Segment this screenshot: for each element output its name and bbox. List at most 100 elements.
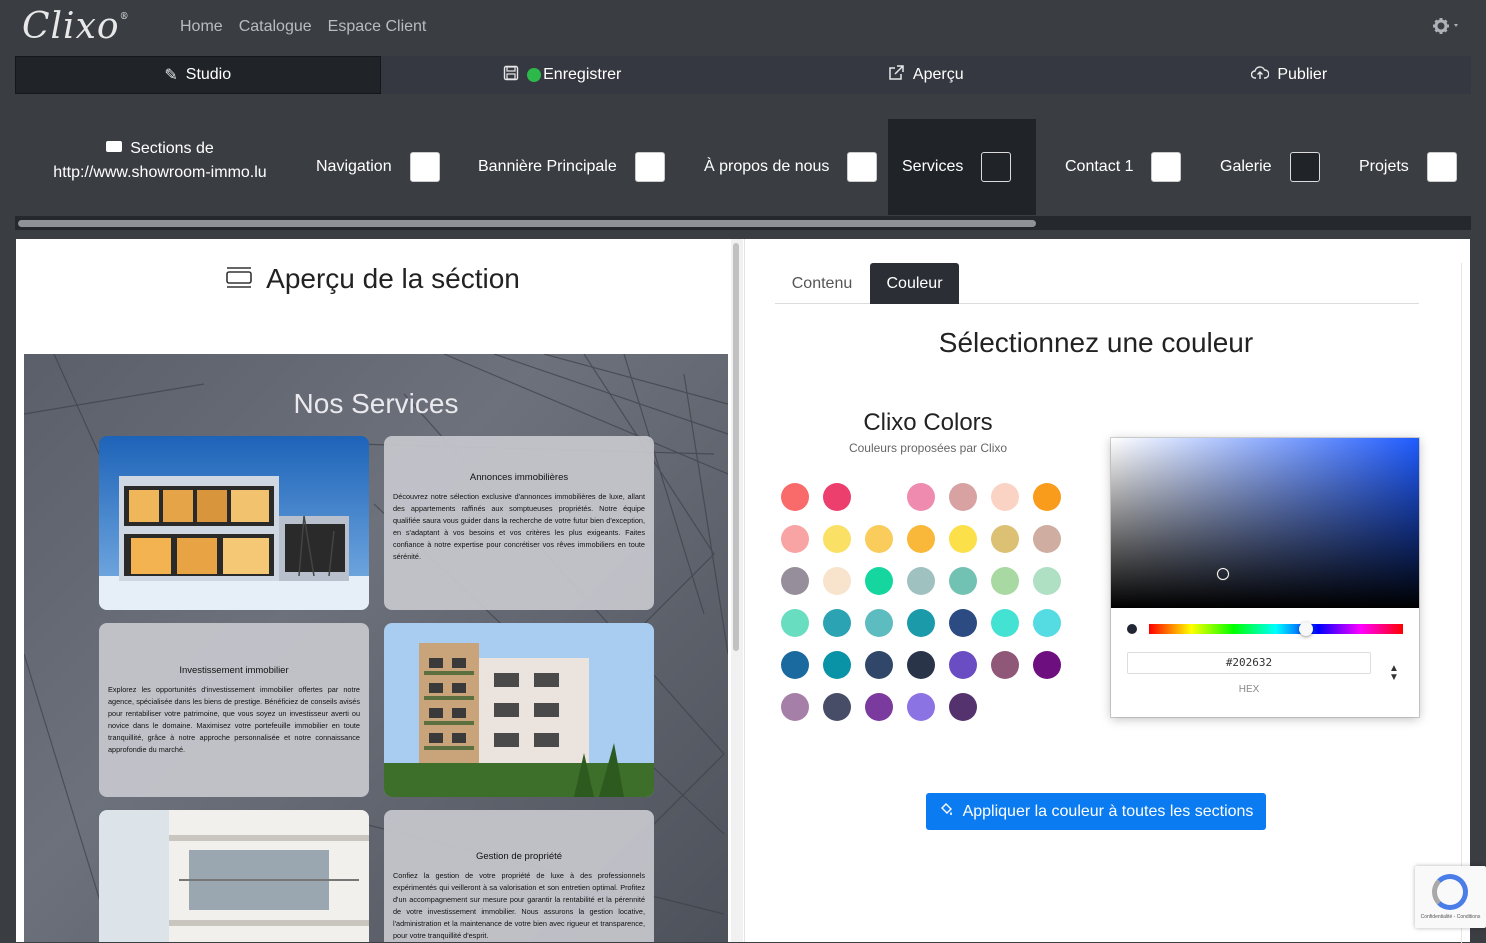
color-swatch[interactable] [907,609,935,637]
recaptcha-icon [1432,874,1468,910]
section-item-galerie[interactable]: Galerie [1206,119,1334,215]
settings-gear-icon[interactable] [1432,16,1464,38]
color-swatch[interactable] [907,525,935,553]
top-navbar: Clixo® Home Catalogue Espace Client [0,0,1486,56]
hex-input[interactable]: #202632 [1127,652,1371,674]
color-swatch[interactable] [781,483,809,511]
publish-button[interactable]: Publier [1108,56,1472,94]
nav-home[interactable]: Home [180,18,223,36]
save-button[interactable]: Enregistrer [381,56,745,94]
apply-color-all-sections-button[interactable]: Appliquer la couleur à toutes les sectio… [926,793,1266,830]
section-checkbox[interactable] [1289,152,1320,182]
section-item-navigation[interactable]: Navigation [302,119,454,215]
services-section-preview: Nos Services Annonces immobilières Décou… [24,354,728,942]
color-swatch[interactable] [1033,651,1061,679]
color-swatch[interactable] [949,651,977,679]
hue-slider[interactable] [1149,624,1403,634]
color-swatch[interactable] [991,609,1019,637]
nav-catalogue[interactable]: Catalogue [239,18,312,36]
nav-espace-client[interactable]: Espace Client [328,18,427,36]
studio-button[interactable]: ✎ Studio [15,56,381,94]
color-swatch[interactable] [907,651,935,679]
color-swatch[interactable] [1033,609,1061,637]
sections-title: Sections de http://www.showroom-immo.lu [53,140,267,181]
service-card-annonces: Annonces immobilières Découvrez notre sé… [384,436,654,610]
color-swatch[interactable] [781,567,809,595]
color-swatch[interactable] [991,567,1019,595]
color-swatch[interactable] [907,693,935,721]
color-swatch[interactable] [865,609,893,637]
color-swatch[interactable] [865,567,893,595]
section-item-a-propos[interactable]: À propos de nous [690,119,891,215]
format-toggle-icon[interactable]: ▲ ▼ [1387,664,1401,686]
section-checkbox[interactable] [1426,152,1457,182]
hue-slider-handle[interactable] [1299,622,1313,636]
card-title: Investissement immobilier [179,665,289,676]
color-swatch[interactable] [781,525,809,553]
color-swatch[interactable] [823,651,851,679]
color-swatch[interactable] [949,609,977,637]
color-swatch[interactable] [865,651,893,679]
sections-scrollbar[interactable] [15,216,1471,230]
preview-scrollbar[interactable] [731,239,743,942]
saved-status-dot [527,68,542,82]
editor-main: Aperçu de la séction Nos Services Annonc… [16,239,1470,943]
panel-tabs: Contenu Couleur [775,263,1419,304]
tab-couleur[interactable]: Couleur [870,263,959,304]
color-settings-pane: Contenu Couleur Sélectionnez une couleur… [744,239,1470,943]
section-checkbox[interactable] [409,152,440,182]
section-checkbox[interactable] [847,152,878,182]
preview-button[interactable]: Aperçu [744,56,1108,94]
color-swatch[interactable] [1033,567,1061,595]
brush-icon: ✎ [164,67,178,84]
color-swatch[interactable] [823,567,851,595]
color-swatch[interactable] [949,483,977,511]
panel-divider [1461,263,1462,943]
color-swatch[interactable] [823,693,851,721]
color-swatch[interactable] [1033,483,1061,511]
section-item-contact-1[interactable]: Contact 1 [1051,119,1195,215]
color-swatch[interactable] [1033,525,1061,553]
section-checkbox[interactable] [1151,152,1182,182]
section-checkbox[interactable] [634,152,665,182]
section-item-projets[interactable]: Projets [1345,119,1471,215]
scrollbar-thumb[interactable] [733,243,739,651]
section-item-banniere-principale[interactable]: Bannière Principale [464,119,679,215]
recaptcha-text: Confidentialité - Conditions [1420,914,1481,920]
color-swatch[interactable] [823,525,851,553]
clixo-colors-header: Clixo Colors Couleurs proposées par Clix… [848,409,1008,455]
card-text: Découvrez notre sélection exclusive d'an… [393,492,645,561]
color-swatch[interactable] [781,651,809,679]
color-swatch[interactable] [865,693,893,721]
section-item-services[interactable]: Services [888,119,1036,215]
color-swatch[interactable] [991,651,1019,679]
color-swatch[interactable] [949,525,977,553]
color-swatch[interactable] [823,483,851,511]
color-swatch[interactable] [991,483,1019,511]
color-swatch[interactable] [991,525,1019,553]
briefcase-icon [106,141,123,152]
studio-toolbar: ✎ Studio Enregistrer Aperçu Publier [15,56,1471,94]
color-swatch[interactable] [781,609,809,637]
card-image-apartment-building [384,623,654,797]
color-swatch[interactable] [907,483,935,511]
tab-contenu[interactable]: Contenu [775,263,869,304]
scrollbar-thumb[interactable] [18,220,1036,227]
external-link-icon [888,64,905,86]
clixo-logo[interactable]: Clixo® [22,6,130,47]
section-checkbox[interactable] [981,152,1012,182]
saturation-area[interactable] [1111,438,1419,608]
color-swatch[interactable] [823,609,851,637]
hex-label: HEX [1238,684,1260,695]
saturation-handle[interactable] [1217,568,1229,580]
recaptcha-badge[interactable]: Confidentialité - Conditions [1415,866,1486,928]
color-swatch[interactable] [949,567,977,595]
color-picker: #202632 HEX ▲ ▼ [1111,438,1419,717]
color-swatch[interactable] [949,693,977,721]
color-swatch[interactable] [907,567,935,595]
main-nav: Home Catalogue Espace Client [180,18,426,36]
card-text: Explorez les opportunités d'investisseme… [108,685,360,754]
color-swatch[interactable] [781,693,809,721]
color-panel-title: Sélectionnez une couleur [938,327,1254,358]
color-swatch[interactable] [865,525,893,553]
